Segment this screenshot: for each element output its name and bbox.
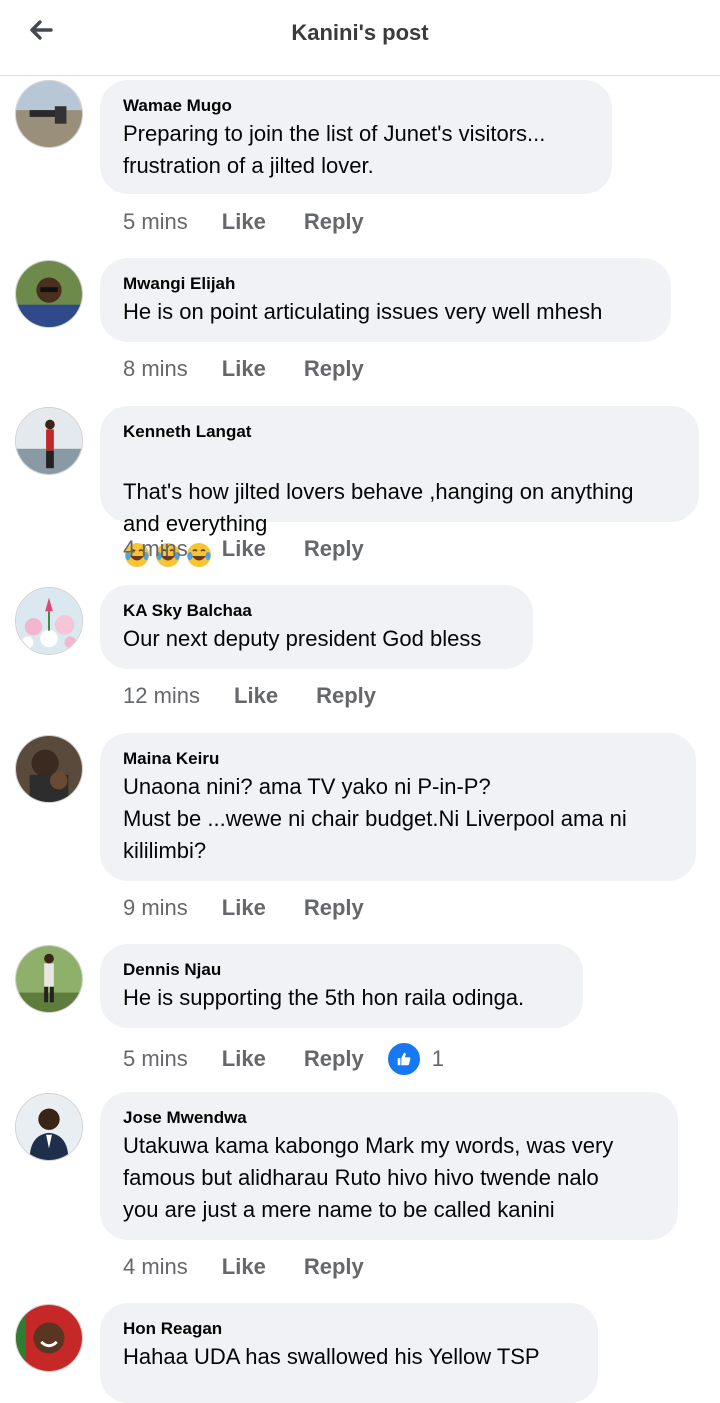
like-button[interactable]: Like	[222, 355, 266, 383]
like-button[interactable]: Like	[222, 1253, 266, 1281]
comment-actions: 8 mins Like Reply	[123, 355, 402, 383]
avatar[interactable]	[15, 945, 83, 1013]
avatar[interactable]	[15, 80, 83, 148]
reply-button[interactable]: Reply	[304, 355, 364, 383]
page-title: Kanini's post	[291, 20, 429, 45]
comment-bubble: Dennis Njau He is supporting the 5th hon…	[100, 944, 583, 1028]
commenter-name[interactable]: Wamae Mugo	[123, 94, 590, 118]
comment-actions: 4 mins Like Reply	[123, 1253, 402, 1281]
like-button[interactable]: Like	[222, 1045, 266, 1073]
comment-actions: 5 mins Like Reply	[123, 208, 402, 236]
comment-time: 12 mins	[123, 683, 201, 708]
comment-time: 5 mins	[123, 209, 188, 234]
comment-text: Utakuwa kama kabongo Mark my words, was …	[123, 1133, 614, 1222]
comment-bubble: Jose Mwendwa Utakuwa kama kabongo Mark m…	[100, 1092, 678, 1240]
comment-time: 9 mins	[123, 895, 188, 920]
avatar[interactable]	[15, 587, 83, 655]
commenter-name[interactable]: Dennis Njau	[123, 958, 561, 982]
reply-button[interactable]: Reply	[304, 1045, 364, 1073]
comment-text: He is on point articulating issues very …	[123, 299, 603, 324]
avatar[interactable]	[15, 1093, 83, 1161]
comment-text: He is supporting the 5th hon raila oding…	[123, 985, 525, 1010]
comment-actions: 12 mins Like Reply	[123, 682, 414, 710]
reply-button[interactable]: Reply	[304, 208, 364, 236]
comment-text: Preparing to join the list of Junet's vi…	[123, 121, 546, 178]
like-button[interactable]: Like	[222, 535, 266, 563]
reply-button[interactable]: Reply	[304, 1253, 364, 1281]
commenter-name[interactable]: KA Sky Balchaa	[123, 599, 511, 623]
commenter-name[interactable]: Maina Keiru	[123, 747, 674, 771]
comment-actions: 9 mins Like Reply	[123, 894, 402, 922]
avatar[interactable]	[15, 260, 83, 328]
reply-button[interactable]: Reply	[304, 535, 364, 563]
reactions-summary[interactable]: 1	[385, 1041, 444, 1077]
avatar[interactable]	[15, 407, 83, 475]
commenter-name[interactable]: Hon Reagan	[123, 1317, 576, 1341]
thumbs-up-icon	[385, 1041, 422, 1077]
comment-text: Our next deputy president God bless	[123, 626, 482, 651]
avatar[interactable]	[15, 735, 83, 803]
like-button[interactable]: Like	[222, 208, 266, 236]
comment-bubble: Hon Reagan Hahaa UDA has swallowed his Y…	[100, 1303, 598, 1403]
comment-bubble: Maina Keiru Unaona nini? ama TV yako ni …	[100, 733, 696, 881]
top-bar: Kanini's post	[0, 0, 720, 76]
commenter-name[interactable]: Kenneth Langat	[123, 420, 677, 444]
comment-bubble: Mwangi Elijah He is on point articulatin…	[100, 258, 671, 342]
like-button[interactable]: Like	[234, 682, 278, 710]
comment-text: Hahaa UDA has swallowed his Yellow TSP	[123, 1344, 540, 1369]
comment-text: Unaona nini? ama TV yako ni P-in-P? Must…	[123, 774, 627, 863]
reply-button[interactable]: Reply	[316, 682, 376, 710]
comment-time: 4 mins	[123, 1254, 188, 1279]
commenter-name[interactable]: Mwangi Elijah	[123, 272, 649, 296]
comment-time: 5 mins	[123, 1046, 188, 1071]
comment-actions: 5 mins Like Reply 1	[123, 1041, 444, 1077]
comment-bubble: Kenneth Langat That's how jilted lovers …	[100, 406, 699, 567]
reply-button[interactable]: Reply	[304, 894, 364, 922]
commenter-name[interactable]: Jose Mwendwa	[123, 1106, 656, 1130]
comment-time: 4 mins	[123, 536, 188, 561]
comment-bubble: Wamae Mugo Preparing to join the list of…	[100, 80, 612, 194]
reaction-count: 1	[431, 1046, 444, 1071]
like-button[interactable]: Like	[222, 894, 266, 922]
comment-time: 8 mins	[123, 356, 188, 381]
comment-actions: 4 mins Like Reply	[123, 535, 402, 563]
comment-bubble: KA Sky Balchaa Our next deputy president…	[100, 585, 533, 669]
avatar[interactable]	[15, 1304, 83, 1372]
